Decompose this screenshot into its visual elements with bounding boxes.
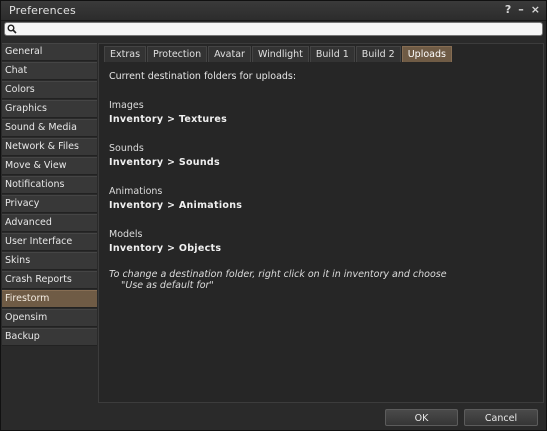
models-folder: Inventory > Objects — [109, 243, 222, 254]
images-folder: Inventory > Textures — [109, 114, 228, 125]
tab-build-2[interactable]: Build 2 — [355, 46, 401, 62]
hint-line-1: To change a destination folder, right cl… — [109, 269, 447, 280]
minimize-icon[interactable]: – — [518, 3, 524, 17]
help-icon[interactable]: ? — [505, 3, 511, 17]
tab-avatar[interactable]: Avatar — [208, 46, 251, 62]
sounds-folder: Inventory > Sounds — [109, 157, 220, 168]
tab-windlight[interactable]: Windlight — [251, 46, 309, 62]
tab-uploads[interactable]: Uploads — [401, 46, 452, 62]
sidebar-item-user-interface[interactable]: User Interface — [2, 233, 97, 251]
hint-line-2: "Use as default for" — [121, 280, 214, 291]
sounds-destination: Sounds Inventory > Sounds — [109, 143, 529, 169]
ok-button[interactable]: OK — [385, 409, 458, 426]
sidebar-item-privacy[interactable]: Privacy — [2, 195, 97, 213]
tab-protection[interactable]: Protection — [147, 46, 208, 62]
search-input[interactable] — [19, 23, 539, 35]
sidebar-item-opensim[interactable]: Opensim — [2, 309, 97, 327]
animations-destination: Animations Inventory > Animations — [109, 186, 529, 212]
search-icon[interactable] — [7, 24, 17, 34]
sidebar-item-crash-reports[interactable]: Crash Reports — [2, 271, 97, 289]
models-destination: Models Inventory > Objects — [109, 229, 529, 255]
tab-build-1[interactable]: Build 1 — [309, 46, 355, 62]
preferences-window: Preferences ? – × General Chat Colors Gr… — [0, 0, 547, 431]
uploads-intro: Current destination folders for uploads: — [109, 71, 297, 82]
sidebar-item-skins[interactable]: Skins — [2, 252, 97, 270]
sidebar-item-chat[interactable]: Chat — [2, 62, 97, 80]
tab-bar: Extras Protection Avatar Windlight Build… — [104, 46, 452, 62]
title-bar[interactable]: Preferences ? – × — [1, 1, 546, 21]
sidebar-item-colors[interactable]: Colors — [2, 81, 97, 99]
images-label: Images — [109, 100, 144, 111]
settings-panel: Extras Protection Avatar Windlight Build… — [98, 43, 544, 403]
sidebar-item-network-files[interactable]: Network & Files — [2, 138, 97, 156]
animations-label: Animations — [109, 186, 163, 197]
window-title: Preferences — [9, 4, 76, 17]
uploads-panel: Current destination folders for uploads:… — [109, 71, 529, 291]
sidebar-item-firestorm[interactable]: Firestorm — [2, 290, 97, 308]
close-icon[interactable]: × — [531, 3, 540, 17]
sidebar-item-sound-media[interactable]: Sound & Media — [2, 119, 97, 137]
tab-extras[interactable]: Extras — [104, 46, 147, 62]
cancel-button[interactable]: Cancel — [464, 409, 538, 426]
category-sidebar: General Chat Colors Graphics Sound & Med… — [2, 43, 97, 347]
destination-hint: To change a destination folder, right cl… — [109, 269, 529, 291]
sidebar-item-general[interactable]: General — [2, 43, 97, 61]
sidebar-item-notifications[interactable]: Notifications — [2, 176, 97, 194]
images-destination: Images Inventory > Textures — [109, 100, 529, 126]
sidebar-item-backup[interactable]: Backup — [2, 328, 97, 346]
search-bar — [4, 22, 543, 36]
animations-folder: Inventory > Animations — [109, 200, 243, 211]
models-label: Models — [109, 229, 143, 240]
sidebar-item-advanced[interactable]: Advanced — [2, 214, 97, 232]
sounds-label: Sounds — [109, 143, 144, 154]
sidebar-item-move-view[interactable]: Move & View — [2, 157, 97, 175]
sidebar-item-graphics[interactable]: Graphics — [2, 100, 97, 118]
window-controls: ? – × — [505, 3, 540, 17]
